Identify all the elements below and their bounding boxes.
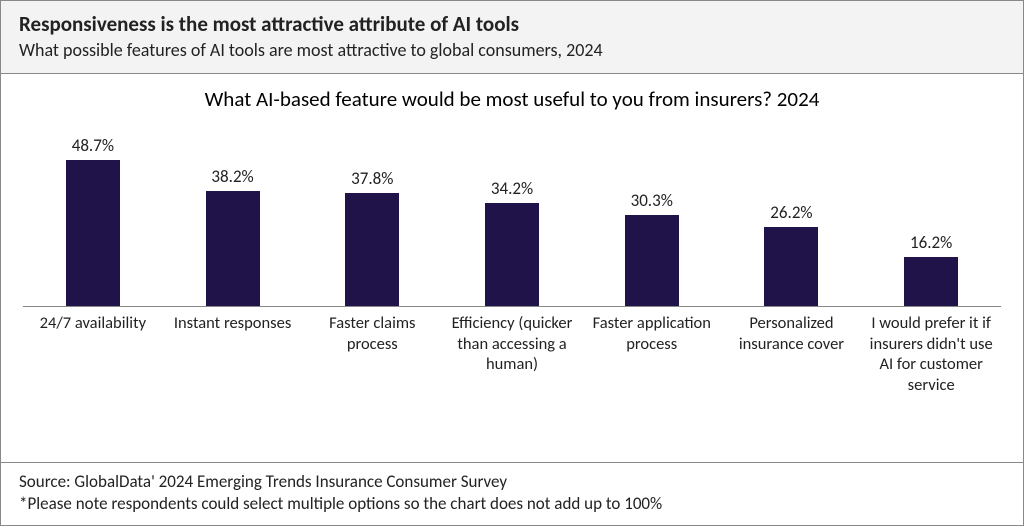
category-label: Efficiency (quicker than accessing a hum… <box>442 313 582 403</box>
bar-col: 38.2% <box>163 126 303 306</box>
bar <box>625 215 679 306</box>
footer: Source: GlobalData' 2024 Emerging Trends… <box>1 462 1023 525</box>
header: Responsiveness is the most attractive at… <box>1 1 1023 74</box>
bar-col: 30.3% <box>582 126 722 306</box>
chart-area: What AI-based feature would be most usef… <box>1 74 1023 462</box>
footnote-text: *Please note respondents could select mu… <box>19 493 1005 515</box>
bar-value-label: 37.8% <box>351 168 393 189</box>
category-label: I would prefer it if insurers didn't use… <box>861 313 1001 403</box>
bar <box>345 193 399 306</box>
source-text: Source: GlobalData' 2024 Emerging Trends… <box>19 471 1005 493</box>
bar-value-label: 48.7% <box>72 135 114 156</box>
bar-col: 34.2% <box>442 126 582 306</box>
bar-col: 37.8% <box>302 126 442 306</box>
bar <box>206 191 260 306</box>
bar <box>485 203 539 306</box>
bar-col: 26.2% <box>722 126 862 306</box>
bar-col: 48.7% <box>23 126 163 306</box>
page-title: Responsiveness is the most attractive at… <box>19 11 1005 37</box>
category-label: Faster claims process <box>302 313 442 403</box>
category-label: Instant responses <box>163 313 303 403</box>
category-label: Faster application process <box>582 313 722 403</box>
bar <box>904 257 958 306</box>
category-label: Personalized insurance cover <box>722 313 862 403</box>
report-frame: Responsiveness is the most attractive at… <box>0 0 1024 526</box>
bar-value-label: 16.2% <box>910 232 952 253</box>
chart-title: What AI-based feature would be most usef… <box>19 86 1005 112</box>
bar-value-label: 30.3% <box>631 190 673 211</box>
bars-row: 48.7% 38.2% 37.8% 34.2% 30.3% 26.2% <box>19 126 1005 306</box>
page-subtitle: What possible features of AI tools are m… <box>19 39 1005 61</box>
bar-value-label: 26.2% <box>770 202 812 223</box>
bar-col: 16.2% <box>861 126 1001 306</box>
bar <box>764 227 818 306</box>
category-label: 24/7 availability <box>23 313 163 403</box>
bar-value-label: 34.2% <box>491 178 533 199</box>
bar <box>66 160 120 306</box>
bar-value-label: 38.2% <box>211 166 253 187</box>
category-row: 24/7 availability Instant responses Fast… <box>19 307 1005 403</box>
